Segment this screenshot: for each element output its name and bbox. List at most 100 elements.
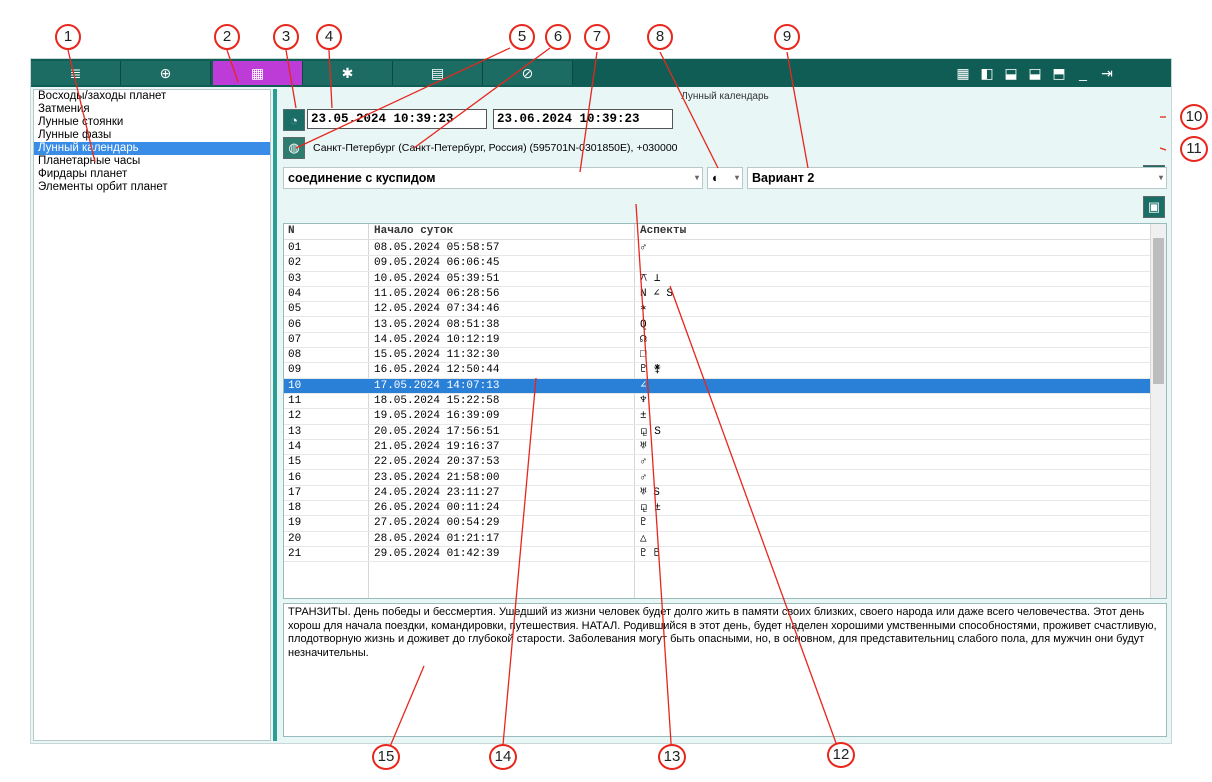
cell-start: 14.05.2024 10:12:19	[374, 333, 500, 346]
cell-aspects: ♂	[640, 471, 647, 484]
table-row[interactable]: 02 09.05.2024 06:06:45	[284, 256, 1152, 272]
table-row[interactable]: 19 27.05.2024 00:54:29 ♇	[284, 516, 1152, 532]
cell-n: 03	[288, 272, 302, 285]
table-row[interactable]: 14 21.05.2024 19:16:37 ♅	[284, 440, 1152, 456]
print-button[interactable]: ▣	[1143, 196, 1165, 218]
layout-top-button[interactable]: ⬒	[1049, 63, 1069, 83]
tab-document[interactable]: ▤	[393, 61, 483, 85]
date-to-field[interactable]: 23.06.2024 10:39:23	[493, 109, 673, 129]
cell-n: 07	[288, 333, 302, 346]
cell-start: 09.05.2024 06:06:45	[374, 257, 500, 270]
cell-n: 09	[288, 364, 302, 377]
table-row[interactable]: 07 14.05.2024 10:12:19 ☊	[284, 333, 1152, 349]
cell-aspects: ♂	[640, 456, 647, 469]
table-header: N Начало суток Аспекты	[284, 224, 1152, 240]
table-row[interactable]: 20 28.05.2024 01:21:17 △	[284, 532, 1152, 547]
table-row[interactable]: 05 12.05.2024 07:34:46 ✶	[284, 302, 1152, 318]
scrollbar-thumb[interactable]	[1153, 238, 1164, 384]
layout-left-button[interactable]: ◧	[977, 63, 997, 83]
cell-aspects: ⚼ S	[640, 425, 661, 438]
tiles-button[interactable]: ▦	[953, 63, 973, 83]
cell-n: 04	[288, 287, 302, 300]
table-row[interactable]: 04 11.05.2024 06:28:56 N ∠ S	[284, 287, 1152, 303]
list-icon: ≣	[69, 64, 82, 81]
tab-orbit[interactable]: ⊘	[483, 61, 573, 85]
column-header-n[interactable]: N	[288, 224, 295, 239]
table-scrollbar[interactable]	[1150, 224, 1166, 598]
cell-start: 21.05.2024 19:16:37	[374, 440, 500, 453]
list-item-sunrise[interactable]: Восходы/заходы планет	[34, 90, 270, 103]
table-row[interactable]: 11 18.05.2024 15:22:58 ♆	[284, 394, 1152, 410]
chevron-down-icon: ▾	[694, 173, 699, 182]
layout-bottom2-button[interactable]: ⬓	[1025, 63, 1045, 83]
table-row[interactable]: 09 16.05.2024 12:50:44 ♇ ⚵	[284, 363, 1152, 379]
clock-icon: ◔	[290, 112, 298, 128]
list-item-eclipses[interactable]: Затмения	[34, 103, 270, 116]
cell-start: 18.05.2024 15:22:58	[374, 395, 500, 407]
cell-aspects: ±	[640, 410, 647, 423]
table-row[interactable]: 15 22.05.2024 20:37:53 ♂	[284, 455, 1152, 471]
cell-start: 24.05.2024 23:11:27	[374, 486, 500, 499]
table-row[interactable]: 03 10.05.2024 05:39:51 ⚻ ⊥	[284, 272, 1152, 287]
exit-button[interactable]: ⇥	[1097, 63, 1117, 83]
cell-aspects: ♇ ⚵	[640, 364, 662, 377]
cell-start: 11.05.2024 06:28:56	[374, 287, 500, 300]
layout-bottom2-icon: ⬓	[1028, 64, 1042, 81]
chevron-down-icon: ▾	[1158, 173, 1163, 182]
tab-settings[interactable]: ✱	[303, 61, 393, 85]
panel-splitter[interactable]	[273, 89, 277, 741]
callout-9: 9	[774, 24, 800, 50]
table-row[interactable]: 06 13.05.2024 08:51:38 Q	[284, 318, 1152, 333]
layout-top-icon: ⬒	[1052, 64, 1066, 81]
cell-aspects: ♂	[640, 242, 647, 254]
variant-select[interactable]: Вариант 2 ▾	[747, 167, 1167, 189]
table-row[interactable]: 13 20.05.2024 17:56:51 ⚼ S	[284, 425, 1152, 440]
cell-n: 20	[288, 532, 302, 545]
tab-list[interactable]: ≣	[31, 61, 121, 85]
list-item-lunar-mansions[interactable]: Лунные стоянки	[34, 116, 270, 129]
callout-14: 14	[489, 744, 517, 770]
cell-start: 10.05.2024 05:39:51	[374, 272, 500, 285]
clock-button[interactable]: ◔	[283, 109, 305, 131]
table-row[interactable]: 01 08.05.2024 05:58:57 ♂	[284, 241, 1152, 257]
table-row[interactable]: 18 26.05.2024 00:11:24 ⚼ ±	[284, 501, 1152, 517]
cell-n: 05	[288, 303, 302, 316]
cell-n: 08	[288, 349, 302, 362]
cell-aspects: ⚻ ⊥	[640, 272, 661, 285]
table-row[interactable]: 16 23.05.2024 21:58:00 ♂	[284, 471, 1152, 486]
layout-left-icon: ◧	[980, 64, 994, 81]
cell-aspects: N ∠ S	[640, 287, 674, 300]
table-row[interactable]: 17 24.05.2024 23:11:27 ♅ S	[284, 486, 1152, 502]
table-row[interactable]: 21 29.05.2024 01:42:39 ♇ ♇	[284, 547, 1152, 563]
list-item-firdaria[interactable]: Фирдары планет	[34, 168, 270, 181]
list-item-lunar-phases[interactable]: Лунные фазы	[34, 129, 270, 142]
table-row[interactable]: 10 17.05.2024 14:07:13 ∠	[284, 378, 1152, 394]
table-row[interactable]: 12 19.05.2024 16:39:09 ±	[284, 409, 1152, 425]
cell-n: 12	[288, 410, 302, 423]
cell-aspects: □	[640, 349, 647, 362]
cell-aspects: △	[640, 532, 647, 545]
column-header-start[interactable]: Начало суток	[374, 224, 453, 239]
cell-start: 12.05.2024 07:34:46	[374, 303, 500, 316]
minimize-button[interactable]: _	[1073, 63, 1093, 83]
aspect-select[interactable]: соединение с куспидом ▾	[283, 167, 703, 189]
date-from-field[interactable]: 23.05.2024 10:39:23	[307, 109, 487, 129]
callout-7: 7	[584, 24, 610, 50]
list-item-planetary-hours[interactable]: Планетарные часы	[34, 155, 270, 168]
layout-bottom-icon: ⬓	[1004, 64, 1018, 81]
main-toolbar: ≣ ⊕ ▦ ✱ ▤ ⊘ ▦ ◧ ⬓ ⬓ ⬒ _ ⇥	[31, 59, 1171, 87]
cell-n: 13	[288, 425, 302, 438]
column-header-aspects[interactable]: Аспекты	[640, 224, 686, 239]
tab-crosshair[interactable]: ⊕	[121, 61, 211, 85]
table-row[interactable]: 08 15.05.2024 11:32:30 □	[284, 348, 1152, 364]
callout-11: 11	[1180, 136, 1208, 162]
minimize-icon: _	[1079, 65, 1087, 81]
list-item-lunar-calendar[interactable]: Лунный календарь	[34, 142, 270, 155]
location-button[interactable]: ◍	[283, 137, 305, 159]
tab-grid[interactable]: ▦	[213, 61, 303, 85]
planet-select[interactable]: ◐ ▾	[707, 167, 743, 189]
cell-start: 26.05.2024 00:11:24	[374, 502, 500, 515]
cell-n: 18	[288, 502, 302, 515]
layout-bottom-button[interactable]: ⬓	[1001, 63, 1021, 83]
list-item-orbit-elements[interactable]: Элементы орбит планет	[34, 181, 270, 194]
